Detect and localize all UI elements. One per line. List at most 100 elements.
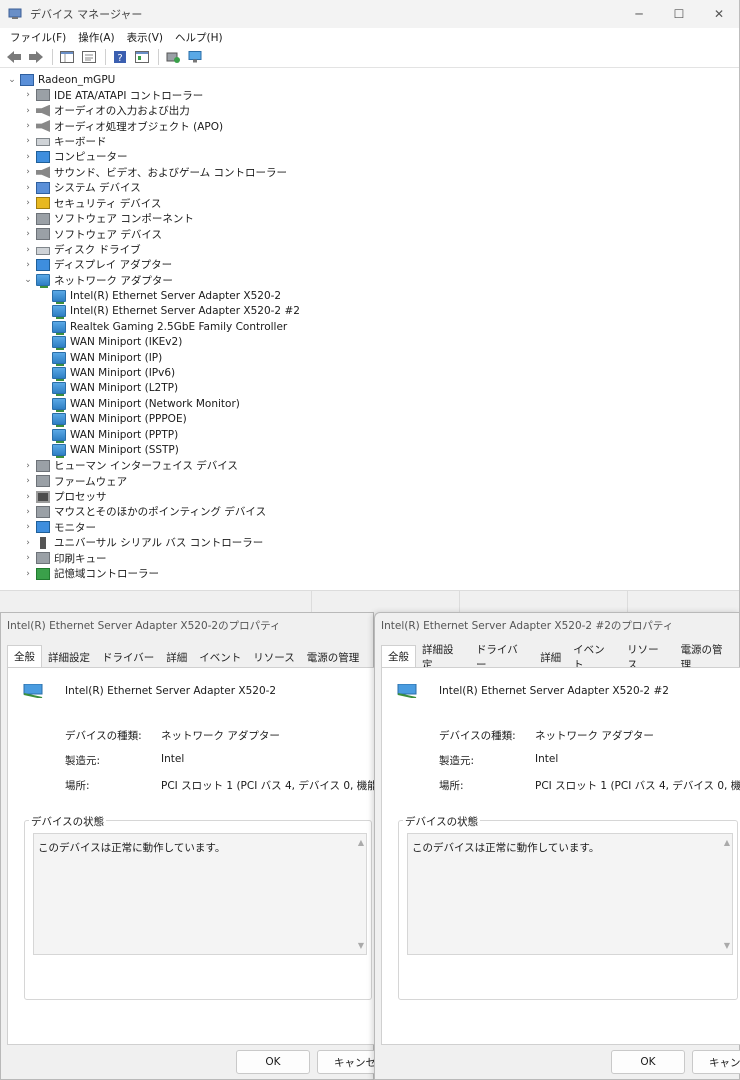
properties-button[interactable]	[79, 48, 99, 66]
tree-category[interactable]: › IDE ATA/ATAPI コントローラー	[6, 87, 739, 102]
network-adapter-item[interactable]: WAN Miniport (PPPOE)	[6, 412, 739, 428]
help-button[interactable]: ?	[110, 48, 130, 66]
tree-root[interactable]: ⌄ Radeon_mGPU	[6, 72, 739, 87]
tab-general[interactable]: 全般	[7, 645, 42, 667]
tree-category[interactable]: › 記憶域コントローラー	[6, 566, 739, 581]
network-adapter-item[interactable]: WAN Miniport (PPTP)	[6, 427, 739, 443]
forward-button[interactable]	[26, 48, 46, 66]
scroll-up-icon[interactable]: ▲	[724, 838, 730, 847]
tree-category[interactable]: › モニター	[6, 520, 739, 535]
tree-category[interactable]: › サウンド、ビデオ、およびゲーム コントローラー	[6, 165, 739, 180]
ok-button[interactable]: OK	[611, 1050, 685, 1074]
close-button[interactable]: ✕	[699, 0, 739, 28]
chevron-right-icon[interactable]: ›	[22, 244, 34, 256]
network-adapter-item[interactable]: WAN Miniport (Network Monitor)	[6, 396, 739, 412]
chevron-right-icon[interactable]: ›	[22, 89, 34, 101]
chevron-right-icon[interactable]: ›	[22, 182, 34, 194]
tab-advanced[interactable]: 詳細設定	[42, 647, 96, 667]
chevron-right-icon[interactable]: ›	[22, 259, 34, 271]
menu-file[interactable]: ファイル(F)	[4, 30, 72, 45]
menu-view[interactable]: 表示(V)	[121, 30, 169, 45]
show-hide-console-tree-button[interactable]	[57, 48, 77, 66]
network-adapter-item[interactable]: WAN Miniport (L2TP)	[6, 381, 739, 397]
general-tab-panel: Intel(R) Ethernet Server Adapter X520-2 …	[381, 667, 740, 1045]
view-button[interactable]	[132, 48, 152, 66]
location-value: PCI スロット 1 (PCI バス 4, デバイス 0, 機能 1)	[161, 780, 392, 792]
menu-action[interactable]: 操作(A)	[72, 30, 120, 45]
tree-category-label: セキュリティ デバイス	[54, 197, 162, 210]
chevron-right-icon[interactable]: ›	[22, 568, 34, 580]
tree-category[interactable]: › キーボード	[6, 134, 739, 149]
tree-category[interactable]: › ヒューマン インターフェイス デバイス	[6, 458, 739, 473]
chevron-right-icon[interactable]: ›	[22, 491, 34, 503]
cancel-button[interactable]: キャンセ	[692, 1050, 740, 1074]
network-adapter-item[interactable]: WAN Miniport (SSTP)	[6, 443, 739, 459]
chevron-right-icon[interactable]: ›	[22, 166, 34, 178]
tab-general[interactable]: 全般	[381, 645, 416, 667]
tab-resources[interactable]: リソース	[247, 647, 300, 667]
tree-category[interactable]: › マウスとそのほかのポインティング デバイス	[6, 504, 739, 519]
tree-category[interactable]: › ソフトウェア デバイス	[6, 226, 739, 241]
minimize-button[interactable]: ─	[619, 0, 659, 28]
tab-events[interactable]: イベント	[567, 644, 621, 671]
chevron-down-icon[interactable]: ⌄	[6, 74, 18, 86]
chevron-right-icon[interactable]: ›	[22, 460, 34, 472]
tree-category[interactable]: › オーディオの入力および出力	[6, 103, 739, 118]
tree-category-label: ファームウェア	[54, 475, 128, 488]
speaker-icon	[36, 120, 50, 133]
tree-category[interactable]: › 印刷キュー	[6, 551, 739, 566]
chevron-right-icon[interactable]: ›	[22, 537, 34, 549]
tree-category[interactable]: › ユニバーサル シリアル バス コントローラー	[6, 535, 739, 550]
tab-power-management[interactable]: 電源の管理	[301, 647, 366, 667]
scroll-down-icon[interactable]: ▼	[724, 941, 730, 950]
chevron-right-icon[interactable]: ›	[22, 228, 34, 240]
tab-details[interactable]: 詳細	[160, 647, 193, 667]
menu-help[interactable]: ヘルプ(H)	[169, 30, 229, 45]
network-adapter-item[interactable]: WAN Miniport (IKEv2)	[6, 334, 739, 351]
tab-resources[interactable]: リソース	[621, 644, 674, 671]
scroll-up-icon[interactable]: ▲	[358, 838, 364, 847]
tree-category[interactable]: › システム デバイス	[6, 180, 739, 195]
tab-driver[interactable]: ドライバー	[470, 644, 534, 671]
chevron-right-icon[interactable]: ›	[22, 135, 34, 147]
chevron-right-icon[interactable]: ›	[22, 105, 34, 117]
chevron-right-icon[interactable]: ›	[22, 475, 34, 487]
tree-category[interactable]: › ファームウェア	[6, 473, 739, 488]
tree-category[interactable]: › コンピューター	[6, 149, 739, 164]
tree-category[interactable]: › ソフトウェア コンポーネント	[6, 211, 739, 226]
update-driver-button[interactable]	[163, 48, 183, 66]
device-status-textbox[interactable]: このデバイスは正常に動作しています。 ▲ ▼	[33, 833, 367, 955]
tab-details[interactable]: 詳細	[534, 647, 567, 667]
network-adapter-item[interactable]: Intel(R) Ethernet Server Adapter X520-2	[6, 288, 739, 304]
tab-power-management[interactable]: 電源の管理	[675, 644, 739, 671]
chevron-right-icon[interactable]: ›	[22, 552, 34, 564]
device-status-textbox[interactable]: このデバイスは正常に動作しています。 ▲ ▼	[407, 833, 733, 955]
network-adapter-item[interactable]: Intel(R) Ethernet Server Adapter X520-2 …	[6, 304, 739, 320]
back-button[interactable]	[4, 48, 24, 66]
chevron-right-icon[interactable]: ›	[22, 213, 34, 225]
tree-category[interactable]: › オーディオ処理オブジェクト (APO)	[6, 118, 739, 133]
tree-category[interactable]: › ディスプレイ アダプター	[6, 257, 739, 272]
device-status-text: このデバイスは正常に動作しています。	[38, 842, 226, 854]
chevron-right-icon[interactable]: ›	[22, 120, 34, 132]
tree-category[interactable]: › プロセッサ	[6, 489, 739, 504]
scan-hardware-button[interactable]	[185, 48, 205, 66]
network-adapter-item[interactable]: WAN Miniport (IPv6)	[6, 365, 739, 382]
chevron-right-icon[interactable]: ›	[22, 197, 34, 209]
scroll-down-icon[interactable]: ▼	[358, 941, 364, 950]
chevron-right-icon[interactable]: ›	[22, 151, 34, 163]
network-adapter-item[interactable]: Realtek Gaming 2.5GbE Family Controller	[6, 319, 739, 335]
chevron-right-icon[interactable]: ›	[22, 521, 34, 533]
tab-events[interactable]: イベント	[193, 647, 247, 667]
tree-category[interactable]: ⌄ ネットワーク アダプター	[6, 273, 739, 289]
network-adapter-item[interactable]: WAN Miniport (IP)	[6, 350, 739, 366]
chevron-right-icon[interactable]: ›	[22, 506, 34, 518]
chevron-down-icon[interactable]: ⌄	[22, 274, 34, 286]
network-adapter-icon	[52, 382, 66, 397]
tab-driver[interactable]: ドライバー	[96, 647, 160, 667]
tree-category[interactable]: › ディスク ドライブ	[6, 242, 739, 257]
tree-category[interactable]: › セキュリティ デバイス	[6, 196, 739, 211]
maximize-button[interactable]: ☐	[659, 0, 699, 28]
ok-button[interactable]: OK	[236, 1050, 310, 1074]
tab-advanced[interactable]: 詳細設定	[416, 644, 470, 671]
